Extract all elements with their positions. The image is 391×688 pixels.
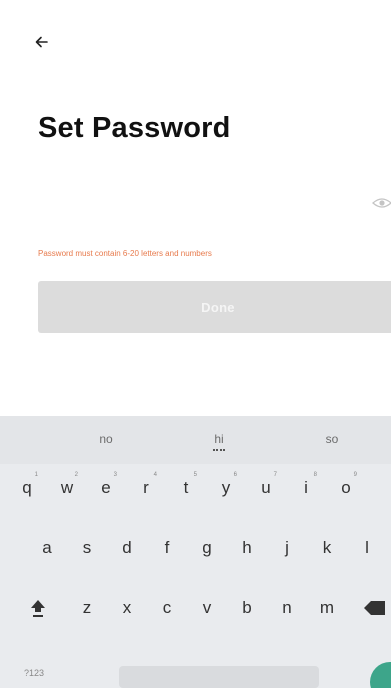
key-v[interactable]: v: [192, 588, 222, 628]
key-w[interactable]: w2: [52, 468, 82, 508]
key-s[interactable]: s: [72, 528, 102, 568]
key-r[interactable]: r4: [131, 468, 161, 508]
set-password-screen: Set Password Password must contain 6-20 …: [0, 0, 391, 688]
key-t[interactable]: t5: [171, 468, 201, 508]
keyboard: no hi so q1 w2 e3 r4 t5 y6 u7 i8 o9 a s …: [0, 416, 391, 688]
suggestion-item[interactable]: hi: [189, 432, 249, 451]
key-n[interactable]: n: [272, 588, 302, 628]
done-button[interactable]: Done: [38, 281, 391, 333]
key-i[interactable]: i8: [291, 468, 321, 508]
suggestion-item[interactable]: so: [302, 432, 362, 446]
key-h[interactable]: h: [232, 528, 262, 568]
suggestion-item[interactable]: no: [76, 432, 136, 446]
key-b[interactable]: b: [232, 588, 262, 628]
arrow-left-icon: [35, 36, 48, 48]
space-key[interactable]: [119, 666, 319, 688]
shift-key[interactable]: [22, 588, 54, 628]
key-a[interactable]: a: [32, 528, 62, 568]
enter-key[interactable]: [370, 662, 391, 688]
suggestion-bar: no hi so: [0, 416, 391, 464]
key-y[interactable]: y6: [211, 468, 241, 508]
backspace-key[interactable]: [359, 588, 391, 628]
key-f[interactable]: f: [152, 528, 182, 568]
key-x[interactable]: x: [112, 588, 142, 628]
key-o[interactable]: o9: [331, 468, 361, 508]
key-q[interactable]: q1: [12, 468, 42, 508]
backspace-icon: [364, 601, 385, 615]
password-field-row: [38, 186, 391, 222]
key-l[interactable]: l: [352, 528, 382, 568]
symbols-key[interactable]: ?123: [24, 668, 44, 678]
shift-icon: [31, 600, 45, 617]
eye-toggle-button[interactable]: [371, 195, 391, 211]
password-hint: Password must contain 6-20 letters and n…: [38, 249, 212, 258]
password-input[interactable]: [38, 186, 368, 222]
back-button[interactable]: [30, 30, 54, 54]
key-z[interactable]: z: [72, 588, 102, 628]
key-c[interactable]: c: [152, 588, 182, 628]
eye-toggle-icon: [372, 198, 391, 208]
page-title: Set Password: [38, 112, 231, 144]
key-m[interactable]: m: [312, 588, 342, 628]
key-d[interactable]: d: [112, 528, 142, 568]
key-j[interactable]: j: [272, 528, 302, 568]
key-u[interactable]: u7: [251, 468, 281, 508]
key-e[interactable]: e3: [91, 468, 121, 508]
key-k[interactable]: k: [312, 528, 342, 568]
key-g[interactable]: g: [192, 528, 222, 568]
